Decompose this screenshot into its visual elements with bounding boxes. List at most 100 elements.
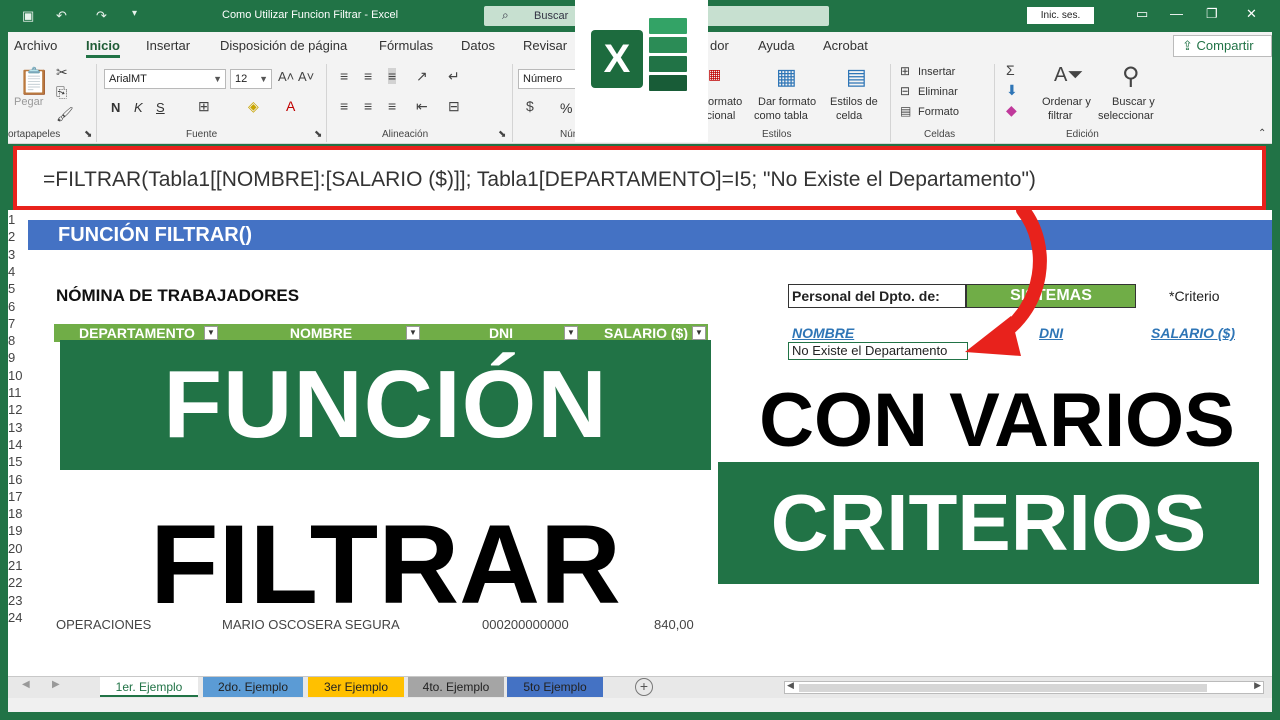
- copy-icon[interactable]: ⎘: [56, 84, 67, 101]
- sheet-tab[interactable]: 2do. Ejemplo: [203, 677, 303, 697]
- cell-styles-label-1[interactable]: Estilos de: [830, 96, 878, 108]
- paste-label[interactable]: Pegar: [14, 96, 43, 108]
- row-header[interactable]: 14: [8, 437, 28, 452]
- clear-icon[interactable]: ◆: [1006, 102, 1017, 119]
- row-header[interactable]: 20: [8, 541, 28, 556]
- row-header[interactable]: 18: [8, 506, 28, 521]
- sheet-tab[interactable]: 5to Ejemplo: [507, 677, 603, 697]
- row-header[interactable]: 12: [8, 402, 28, 417]
- tab-datos[interactable]: Datos: [461, 38, 495, 53]
- scroll-right-icon[interactable]: ▶: [1254, 680, 1261, 691]
- customize-quick-access-icon[interactable]: ▾: [132, 8, 137, 19]
- alignment-launcher-icon[interactable]: ⬊: [498, 129, 506, 140]
- cell-styles-label-2[interactable]: celda: [836, 110, 862, 122]
- merge-center-icon[interactable]: ⊟: [448, 98, 460, 115]
- accounting-format-icon[interactable]: $: [526, 98, 534, 114]
- sign-in-button[interactable]: Inic. ses.: [1027, 7, 1094, 24]
- tab-revisar[interactable]: Revisar: [523, 38, 567, 53]
- fill-icon[interactable]: ⬇: [1006, 82, 1018, 99]
- row-header[interactable]: 7: [8, 316, 28, 331]
- collapse-ribbon-icon[interactable]: ⌃: [1258, 128, 1266, 139]
- delete-cells-label[interactable]: Eliminar: [918, 86, 958, 98]
- close-icon[interactable]: ✕: [1246, 6, 1257, 22]
- tab-insertar[interactable]: Insertar: [146, 38, 190, 53]
- filter-dropdown-icon[interactable]: ▼: [204, 326, 218, 340]
- tab-archivo[interactable]: Archivo: [14, 38, 57, 53]
- formula-bar[interactable]: =FILTRAR(Tabla1[[NOMBRE]:[SALARIO ($)]];…: [13, 146, 1266, 210]
- align-middle-icon[interactable]: ≡: [364, 68, 372, 84]
- scrollbar-thumb[interactable]: [799, 684, 1207, 692]
- horizontal-scrollbar[interactable]: ◀ ▶: [784, 680, 1264, 694]
- font-size-select[interactable]: 12 ▼: [230, 69, 272, 89]
- scroll-left-icon[interactable]: ◀: [787, 680, 794, 691]
- row-header[interactable]: 16: [8, 472, 28, 487]
- row-header[interactable]: 10: [8, 368, 28, 383]
- row-header[interactable]: 24: [8, 610, 28, 625]
- underline-button[interactable]: S: [156, 100, 165, 115]
- format-as-table-label-1[interactable]: Dar formato: [758, 96, 816, 108]
- filter-dropdown-icon[interactable]: ▼: [406, 326, 420, 340]
- insert-cells-icon[interactable]: ⊞: [900, 64, 910, 78]
- tab-formulas[interactable]: Fórmulas: [379, 38, 433, 53]
- autosum-icon[interactable]: Σ: [1006, 62, 1015, 78]
- sheet-tab[interactable]: 4to. Ejemplo: [408, 677, 504, 697]
- row-header[interactable]: 4: [8, 264, 28, 279]
- sort-filter-label-2[interactable]: filtrar: [1048, 110, 1072, 122]
- tab-ayuda[interactable]: Ayuda: [758, 38, 795, 53]
- align-top-icon[interactable]: ≡: [340, 68, 348, 84]
- result-cell[interactable]: No Existe el Departamento: [788, 342, 968, 360]
- share-button[interactable]: ⇪ Compartir: [1173, 35, 1272, 57]
- clipboard-launcher-icon[interactable]: ⬊: [84, 129, 92, 140]
- row-header[interactable]: 9: [8, 350, 28, 365]
- row-header[interactable]: 17: [8, 489, 28, 504]
- filter-dropdown-icon[interactable]: ▼: [564, 326, 578, 340]
- row-header[interactable]: 3: [8, 247, 28, 262]
- borders-icon[interactable]: ⊞: [198, 98, 210, 115]
- indent-icon[interactable]: ⇤: [416, 98, 428, 115]
- row-header[interactable]: 22: [8, 575, 28, 590]
- insert-cells-label[interactable]: Insertar: [918, 66, 955, 78]
- font-color-icon[interactable]: A: [286, 98, 295, 114]
- font-launcher-icon[interactable]: ⬊: [314, 129, 322, 140]
- tab-disposicion[interactable]: Disposición de página: [220, 38, 347, 53]
- save-icon[interactable]: ▣: [22, 8, 34, 24]
- grow-font-icon[interactable]: A˄: [278, 69, 294, 84]
- redo-icon[interactable]: ↷: [96, 8, 107, 24]
- bold-button[interactable]: N: [111, 100, 120, 115]
- align-center-icon[interactable]: ≡: [364, 98, 372, 114]
- row-header[interactable]: 6: [8, 299, 28, 314]
- percent-button[interactable]: %: [560, 100, 572, 116]
- align-bottom-icon[interactable]: ≡: [388, 68, 397, 84]
- format-painter-icon[interactable]: 🖌: [56, 106, 74, 123]
- row-header[interactable]: 21: [8, 558, 28, 573]
- row-header[interactable]: 15: [8, 454, 28, 469]
- wrap-text-icon[interactable]: ↵: [448, 68, 460, 85]
- format-cells-icon[interactable]: ▤: [900, 104, 911, 118]
- row-header[interactable]: 2: [8, 229, 28, 244]
- formula-text[interactable]: =FILTRAR(Tabla1[[NOMBRE]:[SALARIO ($)]];…: [43, 168, 1036, 192]
- sheet-tab[interactable]: 3er Ejemplo: [308, 677, 404, 697]
- scroll-tabs-right-icon[interactable]: ▶: [52, 679, 60, 690]
- minimize-icon[interactable]: —: [1170, 6, 1183, 21]
- align-left-icon[interactable]: ≡: [340, 98, 348, 114]
- font-name-select[interactable]: ArialMT ▼: [104, 69, 226, 89]
- add-sheet-button[interactable]: +: [635, 678, 653, 696]
- row-header[interactable]: 19: [8, 523, 28, 538]
- sort-filter-label-1[interactable]: Ordenar y: [1042, 96, 1091, 108]
- find-icon[interactable]: ⚲: [1122, 62, 1140, 91]
- format-cells-label[interactable]: Formato: [918, 106, 959, 118]
- align-right-icon[interactable]: ≡: [388, 98, 396, 114]
- shrink-font-icon[interactable]: A˅: [298, 69, 314, 84]
- restore-icon[interactable]: ❐: [1206, 6, 1218, 22]
- filter-dropdown-icon[interactable]: ▼: [692, 326, 706, 340]
- fill-color-icon[interactable]: ◈: [248, 98, 259, 115]
- find-select-label-2[interactable]: seleccionar: [1098, 110, 1154, 122]
- scroll-tabs-left-icon[interactable]: ◀: [22, 679, 30, 690]
- row-header[interactable]: 1: [8, 212, 28, 227]
- cell-styles-icon[interactable]: ▤: [846, 64, 867, 90]
- tab-programador[interactable]: dor: [710, 38, 729, 53]
- format-as-table-icon[interactable]: ▦: [776, 64, 797, 90]
- sort-filter-icon[interactable]: A⏷: [1054, 64, 1083, 87]
- italic-button[interactable]: K: [134, 100, 143, 115]
- row-header[interactable]: 5: [8, 281, 28, 296]
